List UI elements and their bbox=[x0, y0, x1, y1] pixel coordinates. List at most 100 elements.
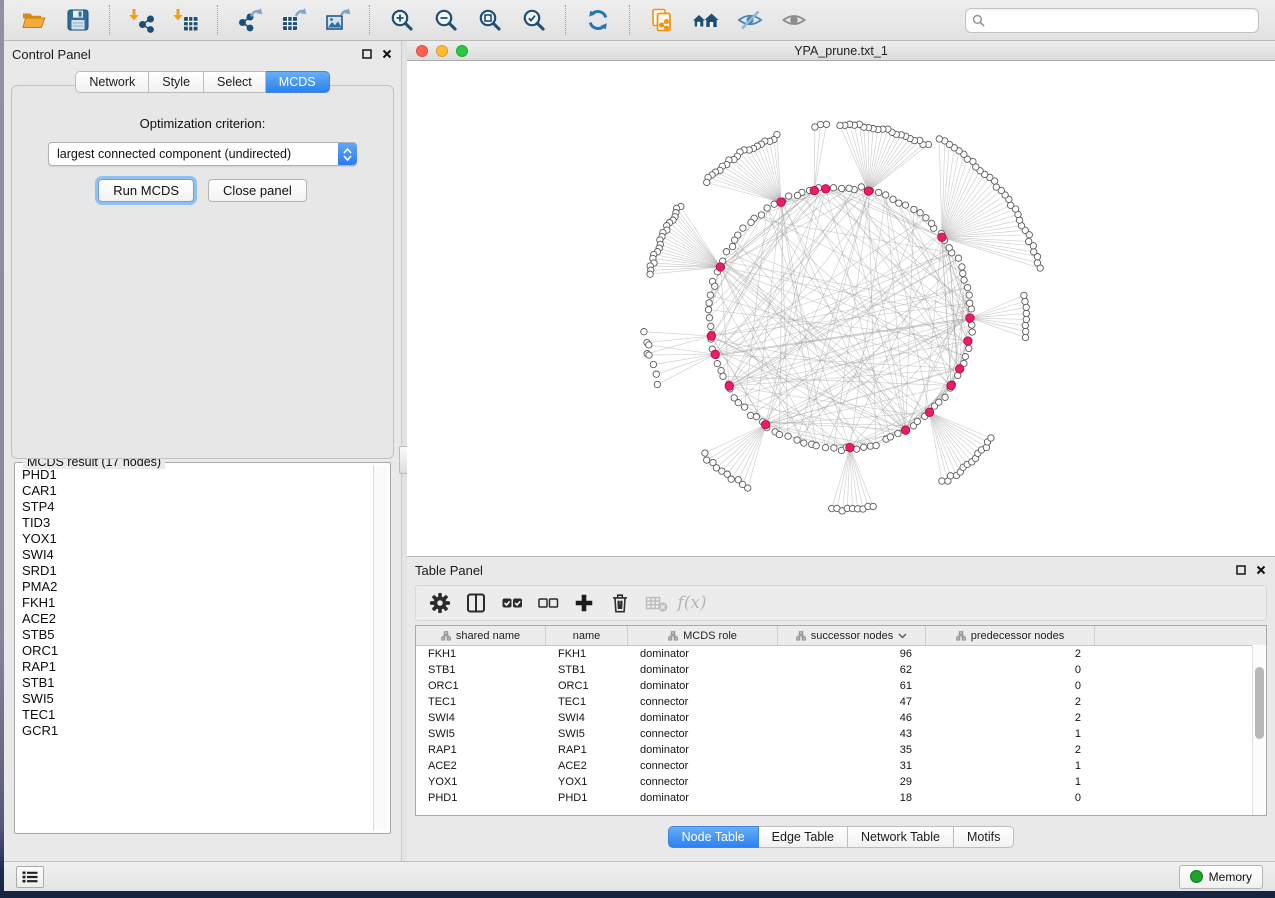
list-item[interactable]: PMA2 bbox=[19, 579, 373, 595]
mcds-list-scrollbar[interactable] bbox=[373, 466, 387, 830]
zoom-fit-button[interactable] bbox=[472, 3, 508, 37]
table-row[interactable]: FKH1 FKH1 dominator 96 2 bbox=[416, 646, 1266, 662]
open-file-button[interactable] bbox=[16, 3, 52, 37]
column-header-mcds-role[interactable]: MCDS role bbox=[628, 626, 778, 645]
task-history-button[interactable] bbox=[16, 866, 44, 888]
fx-icon: f(x) bbox=[677, 593, 706, 613]
zoom-in-button[interactable] bbox=[384, 3, 420, 37]
run-mcds-button[interactable]: Run MCDS bbox=[98, 179, 194, 202]
list-item[interactable]: CAR1 bbox=[19, 483, 373, 499]
delete-column-button[interactable] bbox=[605, 589, 635, 617]
table-row[interactable]: SWI5 SWI5 connector 43 1 bbox=[416, 726, 1266, 742]
tab-select[interactable]: Select bbox=[204, 71, 266, 93]
table-scrollbar[interactable] bbox=[1252, 645, 1266, 815]
first-neighbors-button[interactable] bbox=[688, 3, 724, 37]
save-icon bbox=[65, 7, 91, 33]
list-item[interactable]: ORC1 bbox=[19, 643, 373, 659]
optimization-criterion-dropdown[interactable]: largest connected component (undirected) bbox=[48, 142, 357, 166]
list-item[interactable]: YOX1 bbox=[19, 531, 373, 547]
memory-button[interactable]: Memory bbox=[1179, 865, 1263, 889]
show-columns-button[interactable] bbox=[461, 589, 491, 617]
network-window-titlebar[interactable]: YPA_prune.txt_1 bbox=[407, 41, 1275, 61]
tab-motifs[interactable]: Motifs bbox=[954, 826, 1014, 848]
hide-selected-button[interactable] bbox=[732, 3, 768, 37]
table-row[interactable]: ORC1 ORC1 dominator 61 0 bbox=[416, 678, 1266, 694]
export-table-button[interactable] bbox=[276, 3, 312, 37]
export-network-button[interactable] bbox=[232, 3, 268, 37]
tab-network[interactable]: Network bbox=[75, 71, 149, 93]
attribute-tree-icon bbox=[956, 631, 966, 641]
add-column-button[interactable] bbox=[569, 589, 599, 617]
close-panel-button[interactable] bbox=[381, 48, 393, 60]
zoom-fit-icon bbox=[477, 7, 503, 33]
list-item[interactable]: RAP1 bbox=[19, 659, 373, 675]
column-header-predecessor-nodes[interactable]: predecessor nodes bbox=[926, 626, 1095, 645]
select-all-rows-button[interactable] bbox=[497, 589, 527, 617]
tab-node-table[interactable]: Node Table bbox=[668, 826, 759, 848]
table-row[interactable]: TEC1 TEC1 connector 47 2 bbox=[416, 694, 1266, 710]
table-body: FKH1 FKH1 dominator 96 2 STB1 STB1 bbox=[416, 646, 1266, 806]
network-graph: line{stroke:#9e9e9e;stroke-width:.65;opa… bbox=[407, 61, 1275, 556]
table-row[interactable]: RAP1 RAP1 dominator 35 2 bbox=[416, 742, 1266, 758]
table-settings-button[interactable] bbox=[425, 589, 455, 617]
save-session-button[interactable] bbox=[60, 3, 96, 37]
apply-layout-button[interactable] bbox=[580, 3, 616, 37]
network-canvas[interactable]: line{stroke:#9e9e9e;stroke-width:.65;opa… bbox=[407, 61, 1275, 556]
table-row[interactable]: YOX1 YOX1 connector 29 1 bbox=[416, 774, 1266, 790]
list-item[interactable]: GCR1 bbox=[19, 723, 373, 739]
list-item[interactable]: STB5 bbox=[19, 627, 373, 643]
import-network-button[interactable] bbox=[124, 3, 160, 37]
list-item[interactable]: TID3 bbox=[19, 515, 373, 531]
list-item[interactable]: TEC1 bbox=[19, 707, 373, 723]
list-item[interactable]: STP4 bbox=[19, 499, 373, 515]
new-network-from-selection-button[interactable] bbox=[644, 3, 680, 37]
export-image-button[interactable] bbox=[320, 3, 356, 37]
list-item[interactable]: SRD1 bbox=[19, 563, 373, 579]
sort-descending-icon bbox=[898, 633, 907, 639]
network-window-title: YPA_prune.txt_1 bbox=[407, 44, 1275, 58]
tab-style[interactable]: Style bbox=[149, 71, 204, 93]
tab-mcds[interactable]: MCDS bbox=[266, 71, 330, 93]
list-item[interactable]: SWI4 bbox=[19, 547, 373, 563]
first-neighbors-houses-icon bbox=[692, 7, 720, 33]
column-header-shared-name[interactable]: shared name bbox=[416, 626, 546, 645]
gear-icon bbox=[429, 592, 451, 614]
import-table-button[interactable] bbox=[168, 3, 204, 37]
task-list-icon bbox=[22, 870, 38, 884]
network-window: YPA_prune.txt_1 line{stroke:#9e9e9e;stro… bbox=[407, 41, 1275, 557]
tab-network-table[interactable]: Network Table bbox=[848, 826, 954, 848]
mcds-tab-content: Optimization criterion: largest connecte… bbox=[11, 85, 394, 459]
zoom-out-button[interactable] bbox=[428, 3, 464, 37]
close-panel-action-button[interactable]: Close panel bbox=[208, 179, 307, 202]
deselect-all-rows-button[interactable] bbox=[533, 589, 563, 617]
table-scrollbar-thumb[interactable] bbox=[1255, 667, 1264, 739]
show-all-button[interactable] bbox=[776, 3, 812, 37]
zoom-in-icon bbox=[389, 7, 415, 33]
table-row[interactable]: STB1 STB1 dominator 62 0 bbox=[416, 662, 1266, 678]
close-icon bbox=[382, 49, 392, 59]
import-table-icon bbox=[173, 7, 199, 33]
export-table-icon bbox=[281, 7, 307, 33]
table-row[interactable]: SWI4 SWI4 dominator 46 2 bbox=[416, 710, 1266, 726]
list-item[interactable]: FKH1 bbox=[19, 595, 373, 611]
mcds-result-group: MCDS result (17 nodes) PHD1CAR1STP4TID3Y… bbox=[14, 462, 391, 834]
table-row[interactable]: PHD1 PHD1 dominator 18 0 bbox=[416, 790, 1266, 806]
list-item[interactable]: SWI5 bbox=[19, 691, 373, 707]
list-item[interactable]: ACE2 bbox=[19, 611, 373, 627]
close-table-panel-button[interactable] bbox=[1255, 564, 1267, 576]
list-item[interactable]: STB1 bbox=[19, 675, 373, 691]
hide-selected-eye-icon bbox=[737, 7, 763, 33]
float-table-panel-button[interactable] bbox=[1235, 564, 1247, 576]
column-header-name[interactable]: name bbox=[546, 626, 628, 645]
table-row[interactable]: ACE2 ACE2 connector 31 1 bbox=[416, 758, 1266, 774]
float-icon bbox=[362, 49, 372, 59]
column-header-successor-nodes[interactable]: successor nodes bbox=[778, 626, 926, 645]
zoom-selected-button[interactable] bbox=[516, 3, 552, 37]
toolbar-separator bbox=[565, 5, 567, 35]
search-input[interactable] bbox=[989, 12, 1252, 28]
search-icon bbox=[972, 14, 985, 27]
node-table: shared name name MCDS role successor nod… bbox=[415, 625, 1267, 816]
float-panel-button[interactable] bbox=[361, 48, 373, 60]
tab-edge-table[interactable]: Edge Table bbox=[759, 826, 848, 848]
list-item[interactable]: PHD1 bbox=[19, 467, 373, 483]
